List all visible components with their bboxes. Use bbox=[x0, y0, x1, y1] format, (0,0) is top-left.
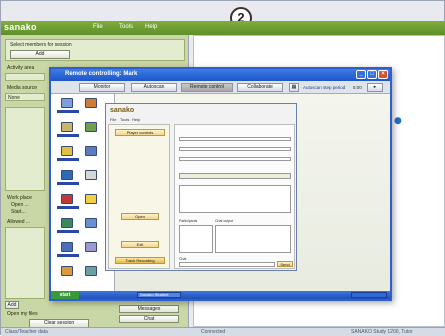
inner-content-panel: Participants Chat output Chat Send bbox=[174, 124, 295, 269]
desktop-icon-13[interactable] bbox=[61, 242, 73, 252]
menu-file[interactable]: File bbox=[93, 24, 103, 30]
desktop-icon-15[interactable] bbox=[61, 266, 73, 276]
menu-help[interactable]: Help bbox=[145, 24, 157, 30]
remote-user-icon: ● bbox=[394, 116, 402, 126]
remote-titlebar: Remote controlling: Mark _ □ × bbox=[51, 69, 390, 81]
participants-list[interactable] bbox=[179, 225, 213, 253]
remote-window-title: Remote controlling: Mark bbox=[65, 71, 138, 77]
inner-sanako-logo: sanako bbox=[110, 107, 135, 114]
participants-label: Participants bbox=[179, 219, 198, 223]
inner-player-panel: Player controls Open Exit Track Recordin… bbox=[108, 124, 170, 269]
minimize-icon[interactable]: _ bbox=[356, 70, 366, 79]
exit-button[interactable]: Exit bbox=[121, 241, 159, 248]
desktop-icon-7[interactable] bbox=[61, 170, 73, 180]
sanako-logo: sanako bbox=[4, 22, 37, 32]
inner-text-area[interactable] bbox=[179, 185, 291, 213]
tab-monitor[interactable]: Monitor bbox=[79, 83, 125, 92]
desktop-icon-14[interactable] bbox=[85, 242, 97, 252]
desktop-icon-12[interactable] bbox=[85, 218, 97, 228]
desktop-icon-10[interactable] bbox=[85, 194, 97, 204]
inner-field-1[interactable] bbox=[179, 137, 291, 141]
inner-menu-tools[interactable]: Tools bbox=[120, 117, 129, 122]
start-button[interactable]: start bbox=[51, 291, 79, 299]
inner-field-2[interactable] bbox=[179, 147, 291, 151]
system-tray bbox=[351, 292, 387, 298]
maximize-icon[interactable]: □ bbox=[367, 70, 377, 79]
chat-output-area bbox=[215, 225, 291, 253]
tab-collaborate[interactable]: Collaborate bbox=[237, 83, 283, 92]
autoscan-period-label: Autoscan step period bbox=[303, 85, 346, 90]
option-open[interactable]: Open ... bbox=[11, 202, 29, 208]
desktop-icon-label bbox=[57, 182, 79, 185]
track-recording-button[interactable]: Track Recording bbox=[115, 257, 165, 264]
autoscan-stepper[interactable]: ▸ bbox=[367, 83, 383, 92]
status-middle: Connected bbox=[201, 329, 226, 335]
send-button[interactable]: Send bbox=[277, 261, 293, 267]
option-start[interactable]: Start... bbox=[11, 209, 26, 215]
inner-menu-help[interactable]: Help bbox=[132, 117, 140, 122]
activity-field[interactable] bbox=[5, 73, 45, 81]
close-icon[interactable]: × bbox=[378, 70, 388, 79]
desktop-icon-label bbox=[57, 158, 79, 161]
desktop-icon-3[interactable] bbox=[61, 122, 73, 132]
desktop-icon-8[interactable] bbox=[85, 170, 97, 180]
media-value: None bbox=[8, 95, 20, 101]
desktop-icon-label bbox=[57, 110, 79, 113]
tab-remote-control[interactable]: Remote control bbox=[181, 83, 233, 92]
tab-autoscan[interactable]: Autoscan bbox=[131, 83, 177, 92]
chat-input-label: Chat bbox=[179, 257, 187, 261]
media-select[interactable]: None bbox=[5, 93, 45, 101]
app-titlebar: sanako File Tools Help bbox=[1, 21, 445, 35]
desktop-icon-label bbox=[57, 254, 79, 257]
chat-output-label: Chat output bbox=[215, 219, 234, 223]
remote-toolbar: Monitor Autoscan Remote control Collabor… bbox=[51, 81, 390, 94]
taskbar-item-sanako[interactable]: Sanako Student bbox=[137, 292, 181, 298]
desktop-icon-5[interactable] bbox=[61, 146, 73, 156]
desktop-icon-6[interactable] bbox=[85, 146, 97, 156]
messages-button[interactable]: Messages bbox=[119, 305, 179, 313]
activity-label: Activity area bbox=[7, 65, 35, 71]
autoscan-period-value[interactable]: 5:00 bbox=[353, 85, 362, 90]
bottom-add-button[interactable]: Add bbox=[5, 301, 19, 309]
desktop-icon-16[interactable] bbox=[85, 266, 97, 276]
autoscan-toggle-icon[interactable]: ▦ bbox=[289, 83, 299, 92]
inner-menu-file[interactable]: File bbox=[110, 117, 116, 122]
remote-taskbar: start Sanako Student bbox=[51, 291, 390, 299]
select-members-box: Select members for session Add bbox=[5, 39, 185, 61]
desktop-icon-9[interactable] bbox=[61, 194, 73, 204]
status-left: Class/Teacher data bbox=[5, 329, 48, 335]
desktop-icon-11[interactable] bbox=[61, 218, 73, 228]
student-app-window: sanako File Tools Help Player controls O… bbox=[105, 103, 297, 271]
desktop-icon-1[interactable] bbox=[61, 98, 73, 108]
sanako-app-window: 2 sanako File Tools Help Select members … bbox=[0, 0, 445, 336]
media-label: Media source bbox=[7, 85, 38, 91]
allowed-list[interactable] bbox=[5, 227, 45, 299]
open-files-link[interactable]: Open my files bbox=[7, 311, 38, 317]
status-right: SANAKO Study 1200, Tutor bbox=[351, 329, 413, 335]
select-members-label: Select members for session bbox=[10, 42, 72, 48]
menu-tools[interactable]: Tools bbox=[119, 24, 133, 30]
work-place-label: Work place bbox=[7, 195, 32, 201]
desktop-icon-label bbox=[57, 230, 79, 233]
open-button[interactable]: Open bbox=[121, 213, 159, 220]
inner-media-controls[interactable] bbox=[179, 173, 291, 179]
inner-field-3[interactable] bbox=[179, 157, 291, 161]
add-members-button[interactable]: Add bbox=[10, 50, 70, 59]
options-box bbox=[5, 107, 45, 191]
chat-button[interactable]: Chat bbox=[119, 315, 179, 323]
desktop-icon-label bbox=[57, 206, 79, 209]
chat-input-field[interactable] bbox=[179, 262, 275, 267]
desktop-icon-label bbox=[57, 134, 79, 137]
desktop-icon-4[interactable] bbox=[85, 122, 97, 132]
desktop-icon-2[interactable] bbox=[85, 98, 97, 108]
allowed-label: Allowed ... bbox=[7, 219, 31, 225]
player-controls-button[interactable]: Player controls bbox=[115, 129, 165, 136]
